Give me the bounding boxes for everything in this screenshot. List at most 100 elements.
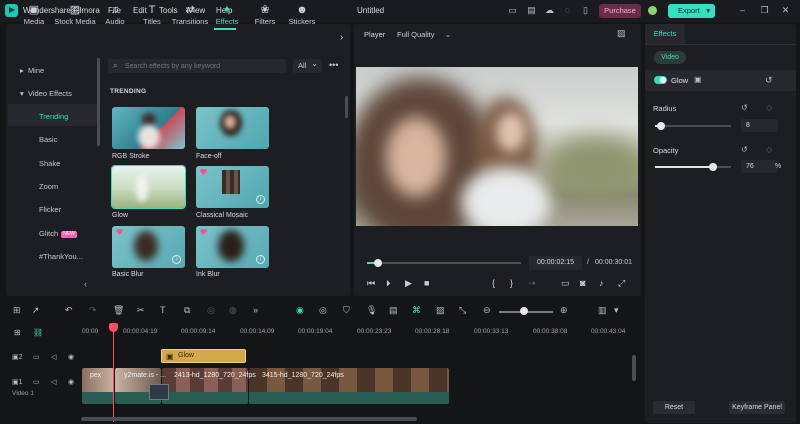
tool-transitions[interactable]: ⇄ Transitions [170,3,210,29]
track-layout-icon[interactable]: ▥ [598,305,607,316]
tool-filters[interactable]: ❀ Filters [251,3,279,29]
display-icon[interactable]: ▭ [561,278,570,289]
shield-icon[interactable]: ⛉ [343,305,350,316]
tab-effects[interactable]: Effects [645,24,685,44]
effect-card-face-off[interactable] [196,107,269,149]
effect-card-glow[interactable] [111,165,186,209]
tool-stock-media[interactable]: ▨ Stock Media [53,3,97,29]
redo-icon[interactable]: ↷ [89,305,97,316]
timeline-scrollbar[interactable] [81,417,417,421]
sidebar-item-glitch[interactable]: Glitch NEW [39,229,77,238]
image-icon[interactable]: ▨ [436,305,445,316]
audio-mix-icon[interactable]: ▤ [389,305,398,316]
opacity-slider-handle[interactable] [708,163,717,171]
fullscreen-icon[interactable]: ⤢ [618,278,625,289]
radius-slider[interactable] [655,125,731,127]
effects-grid-scrollbar[interactable] [345,96,348,118]
microphone-icon[interactable]: 🎙 [366,305,377,316]
folder-icon[interactable]: ▭ [33,378,40,386]
play-frame-icon[interactable]: ⏵ [386,278,391,289]
mark-in-icon[interactable]: { [492,278,495,288]
snapshot-image-icon[interactable]: ▨ [617,28,626,39]
support-icon[interactable]: ◌ [562,5,573,16]
tool-media[interactable]: ▣ Media [18,3,50,29]
text-icon[interactable]: T [160,305,166,315]
seek-handle[interactable] [373,259,382,267]
layout-icon[interactable]: ▤ [526,5,537,16]
sidebar-item-zoom[interactable]: Zoom [39,182,58,191]
sidebar-scrollbar[interactable] [97,58,100,146]
color-icon[interactable]: ◎ [207,305,215,316]
glow-toggle[interactable] [654,76,667,84]
render-icon[interactable]: ◎ [319,305,327,316]
timeline-vertical-scrollbar[interactable] [632,355,636,381]
close-icon[interactable]: ✕ [780,5,791,16]
maximize-icon[interactable]: ❐ [759,5,770,16]
opacity-input[interactable]: 76 [741,160,778,173]
radius-keyframe-icon[interactable]: ◇ [766,103,772,112]
minimize-icon[interactable]: – [737,5,748,16]
camera-icon[interactable]: ◙ [580,278,585,288]
tool-stickers[interactable]: ☻ Stickers [287,3,317,29]
zoom-in-icon[interactable]: ⊕ [560,305,568,316]
purchase-button[interactable]: Purchase [599,4,641,18]
zoom-slider-handle[interactable] [520,307,528,315]
ai-mode-icon[interactable]: ◉ [296,305,304,316]
eye-icon[interactable]: ◉ [68,378,74,386]
cloud-icon[interactable]: ☁ [544,5,555,16]
link-icon[interactable]: ⛓ [33,328,43,337]
zoom-out-icon[interactable]: ⊖ [483,305,491,316]
save-icon[interactable]: ▭ [507,5,518,16]
mute-icon[interactable]: ◁ [51,353,56,361]
sidebar-item-basic[interactable]: Basic [39,135,57,144]
quality-select[interactable]: Full Quality ⌄ [397,30,451,39]
layout-grid-icon[interactable]: ⊞ [13,305,21,316]
notification-icon[interactable]: ▯ [580,5,591,16]
more-options-icon[interactable]: ••• [329,60,338,70]
stop-icon[interactable]: ■ [424,278,429,288]
reset-effect-icon[interactable]: ↺ [765,75,773,86]
download-icon[interactable]: ↓ [256,255,265,264]
fit-icon[interactable]: ⤡ [459,305,466,316]
effect-card-rgb-stroke[interactable] [112,107,185,149]
compare-icon[interactable]: ▣ [694,75,702,84]
radius-input[interactable]: 8 [741,119,778,132]
undo-icon[interactable]: ↶ [65,305,73,316]
select-pointer-icon[interactable]: ➚ [32,305,40,316]
mute-icon[interactable]: ◁ [51,378,56,386]
playhead-handle[interactable] [109,323,118,332]
dropdown-icon[interactable]: ▾ [614,305,619,316]
playhead[interactable] [113,327,114,422]
mark-out-icon[interactable]: } [510,278,513,288]
tool-effects[interactable]: ✦ Effects [212,3,242,29]
reset-button[interactable]: Reset [653,401,695,414]
effect-card-basic-blur[interactable]: ↓ [112,226,185,268]
transition-marker[interactable] [149,384,169,400]
filter-select[interactable]: All [293,57,322,73]
download-icon[interactable]: ↓ [172,255,181,264]
radius-reset-icon[interactable]: ↺ [741,103,748,112]
avatar[interactable] [648,6,657,15]
opacity-keyframe-icon[interactable]: ◇ [766,145,772,154]
sidebar-item-shake[interactable]: Shake [39,159,60,168]
sidebar-item-mine[interactable]: ▸ Mine [20,66,44,75]
tool-titles[interactable]: T Titles [137,3,167,29]
chevron-right-icon[interactable]: › [340,32,343,43]
collapse-sidebar-icon[interactable]: ‹ [84,279,87,289]
crop-icon[interactable]: ⧉ [184,305,190,316]
add-track-icon[interactable]: ⊞ [14,328,21,337]
seek-bar[interactable] [367,262,521,264]
effect-card-classical-mosaic[interactable]: ↓ [196,166,269,208]
more-tools-icon[interactable]: » [253,305,258,315]
eye-icon[interactable]: ◉ [68,353,74,361]
keyframe-panel-button[interactable]: Keyframe Panel [729,401,785,414]
previous-frame-icon[interactable]: ⏮ [367,278,375,289]
download-icon[interactable]: ↓ [256,195,265,204]
folder-icon[interactable]: ▭ [33,353,40,361]
sidebar-item-video-effects[interactable]: ▾ Video Effects [20,89,72,98]
sidebar-item-trending[interactable]: Trending [39,112,68,121]
sidebar-item-thankyou[interactable]: #ThankYou... [39,252,83,261]
opacity-reset-icon[interactable]: ↺ [741,145,748,154]
sidebar-item-flicker[interactable]: Flicker [39,205,61,214]
effect-clip-glow[interactable]: ▣ Glow [161,349,246,363]
